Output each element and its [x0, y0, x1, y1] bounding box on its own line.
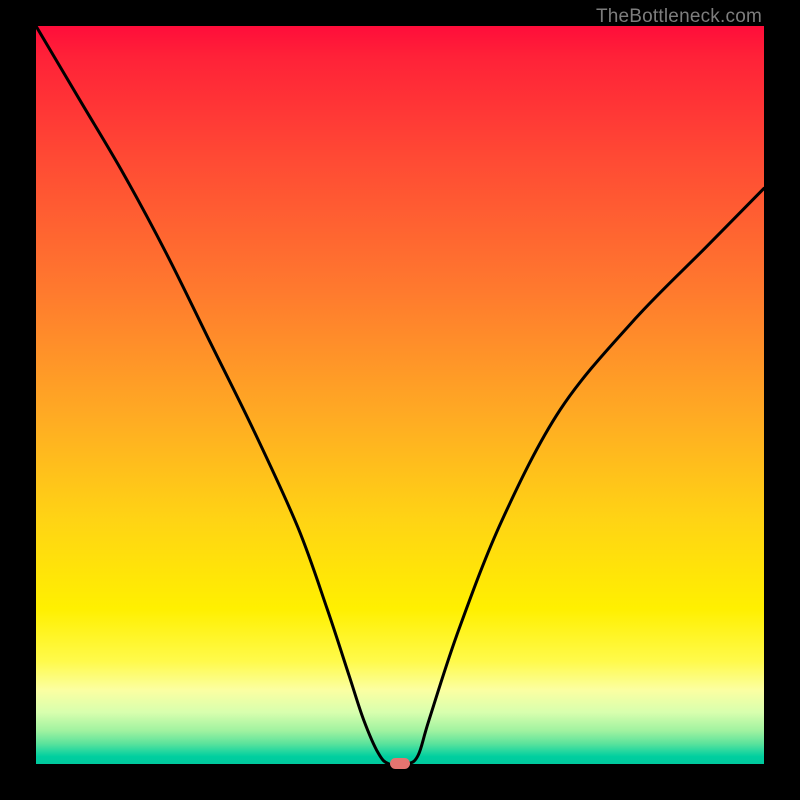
curve-svg: [36, 26, 764, 764]
chart-frame: TheBottleneck.com: [0, 0, 800, 800]
bottleneck-curve-path: [36, 26, 764, 764]
watermark-text: TheBottleneck.com: [596, 6, 762, 28]
plot-area: [36, 26, 764, 764]
minimum-marker: [390, 758, 410, 769]
